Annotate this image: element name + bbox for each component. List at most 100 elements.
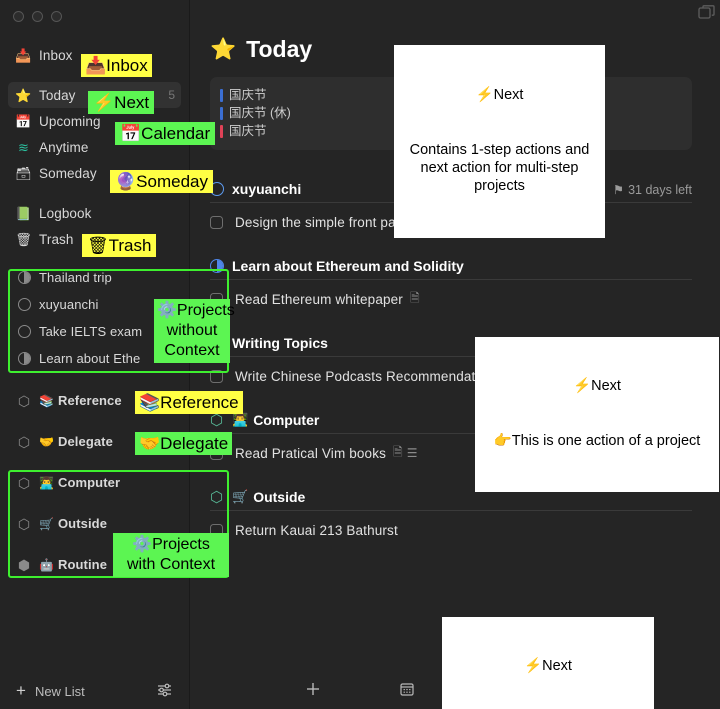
annotation-body: 👉This is one action of a project <box>493 432 701 449</box>
sidebar-footer: + New List <box>0 673 189 709</box>
trash-icon: 🗑 <box>15 231 32 247</box>
sidebar-area-label: Outside <box>57 516 108 531</box>
group-title: Writing Topics <box>232 335 328 351</box>
note-icon: 🗎 <box>409 290 420 305</box>
group-title: xuyuanchi <box>232 181 302 197</box>
sidebar-project-thailand-trip[interactable]: Thailand trip <box>8 264 181 291</box>
plus-icon[interactable]: + <box>16 681 26 701</box>
annotation-next-middle: ⚡Next 👉This is one action of a project <box>475 337 719 492</box>
handshake-icon: 🤝 <box>39 434 54 449</box>
annotation-projects-with-context: ⚙️Projects with Context <box>113 533 229 577</box>
sidebar-item-label: Inbox <box>39 47 73 63</box>
task-checkbox[interactable] <box>210 369 223 383</box>
sidebar-area-label: Routine <box>57 557 108 572</box>
shopping-cart-icon: 🛒 <box>232 489 249 504</box>
task-row[interactable]: Read Ethereum whitepaper 🗎 <box>210 280 692 318</box>
shopping-cart-icon: 🛒 <box>39 516 54 531</box>
circle-icon <box>14 325 34 338</box>
things-app-window: 📥 Inbox ⭐ Today 5 📅 Upcoming ≋ Anytime 🗃… <box>0 0 720 709</box>
annotation-someday: 🔮Someday <box>110 170 213 194</box>
sidebar-project-label: Take IELTS exam <box>39 324 143 339</box>
group-title: Outside <box>253 489 306 505</box>
annotation-trash: 🗑Trash <box>82 234 157 258</box>
stack-icon: ⬡ <box>210 488 224 506</box>
task-checkbox[interactable] <box>210 215 223 229</box>
technologist-icon: 👨‍💻 <box>39 475 54 490</box>
deadline-badge: ⚑ 31 days left <box>612 182 692 197</box>
sidebar-item-label: Anytime <box>39 139 89 155</box>
sidebar-item-label: Trash <box>39 231 74 247</box>
minimize-button[interactable] <box>32 11 43 22</box>
page-title-text: Today <box>246 36 313 62</box>
zoom-button[interactable] <box>51 11 62 22</box>
sidebar-item-count: 5 <box>168 88 175 102</box>
annotation-delegate: 🤝Delegate <box>135 432 233 456</box>
plus-icon[interactable] <box>305 681 321 702</box>
annotation-next-bottom: ⚡Next 👉This is a 1-step action <box>442 617 654 709</box>
stack-icon: ⬡ <box>210 411 224 429</box>
task-label: Read Pratical Vim books <box>235 445 387 461</box>
task-label: Read Ethereum whitepaper <box>235 291 403 307</box>
pie-half-icon <box>14 271 34 284</box>
event-color-bar <box>220 88 223 102</box>
sidebar-item-label: Today <box>39 87 76 103</box>
close-button[interactable] <box>13 11 24 22</box>
group-title: Computer <box>253 412 320 428</box>
circle-icon <box>14 298 34 311</box>
sidebar-project-label: xuyuanchi <box>39 297 99 312</box>
annotation-title: ⚡Next <box>475 87 524 104</box>
checklist-icon: ☰ <box>406 446 418 460</box>
task-label: Design the simple front page <box>235 214 412 230</box>
annotation-calendar: 📅Calendar <box>115 122 216 146</box>
robot-icon: 🤖 <box>39 557 54 572</box>
sidebar-area-computer[interactable]: ⬡ 👨‍💻 Computer <box>8 462 181 503</box>
sidebar-item-label: Logbook <box>39 205 92 221</box>
inbox-icon: 📥 <box>15 47 32 63</box>
calendar-icon[interactable] <box>399 681 415 702</box>
sliders-icon[interactable] <box>156 682 173 700</box>
star-icon: ⭐ <box>15 87 32 103</box>
note-icon: 🗎 <box>393 444 403 459</box>
stack-icon: ⬡ <box>17 392 31 409</box>
task-label: Return Kauai 213 Bathurst <box>235 522 398 538</box>
box-icon: 🗃 <box>15 165 32 181</box>
task-row[interactable]: Return Kauai 213 Bathurst <box>210 511 692 549</box>
logbook-icon: 📗 <box>15 205 32 221</box>
annotation-body: Contains 1-step actions and next action … <box>409 141 594 194</box>
annotation-reference: 📚Reference <box>135 391 243 415</box>
annotation-projects-without-context: ⚙️Projects without Context <box>154 299 235 363</box>
new-list-button[interactable]: New List <box>35 684 85 699</box>
window-restore-icon[interactable] <box>698 5 716 21</box>
stack-icon: ⬡ <box>17 474 31 491</box>
technologist-icon: 👨‍💻 <box>232 412 249 427</box>
flag-icon: ⚑ <box>612 182 625 197</box>
sidebar-area-label: Reference <box>57 393 122 408</box>
annotation-next-top: ⚡Next Contains 1-step actions and next a… <box>394 45 605 239</box>
sidebar-item-logbook[interactable]: 📗 Logbook <box>8 200 181 226</box>
sidebar-project-label: Thailand trip <box>39 270 112 285</box>
task-label: Write Chinese Podcasts Recommendation <box>235 368 494 384</box>
pie-half-icon <box>210 259 232 273</box>
sidebar-project-label: Learn about Ethe <box>39 351 141 366</box>
annotation-title: ⚡Next <box>573 378 621 395</box>
stack-icon: ⬢ <box>17 556 31 573</box>
annotation-inbox: 📥Inbox <box>81 54 152 78</box>
sidebar-item-label: Upcoming <box>39 113 101 129</box>
books-icon: 📚 <box>39 393 54 408</box>
calendar-event-title: 国庆节 (休) <box>229 106 291 120</box>
sidebar-area-label: Delegate <box>57 434 113 449</box>
group-header-learn-about-ethereum[interactable]: Learn about Ethereum and Solidity <box>210 253 692 279</box>
layers-icon: ≋ <box>18 139 29 155</box>
group-title: Learn about Ethereum and Solidity <box>232 258 464 274</box>
pie-half-icon <box>14 352 34 365</box>
window-traffic-lights <box>13 11 62 22</box>
circle-icon <box>210 182 232 196</box>
annotation-title: ⚡Next <box>524 658 572 675</box>
calendar-icon: 📅 <box>15 113 32 129</box>
stack-icon: ⬡ <box>17 433 31 450</box>
event-color-bar <box>220 124 223 138</box>
annotation-next-today: ⚡Next <box>88 91 155 115</box>
sidebar-item-label: Someday <box>39 165 97 181</box>
calendar-event-title: 国庆节 <box>229 124 267 138</box>
